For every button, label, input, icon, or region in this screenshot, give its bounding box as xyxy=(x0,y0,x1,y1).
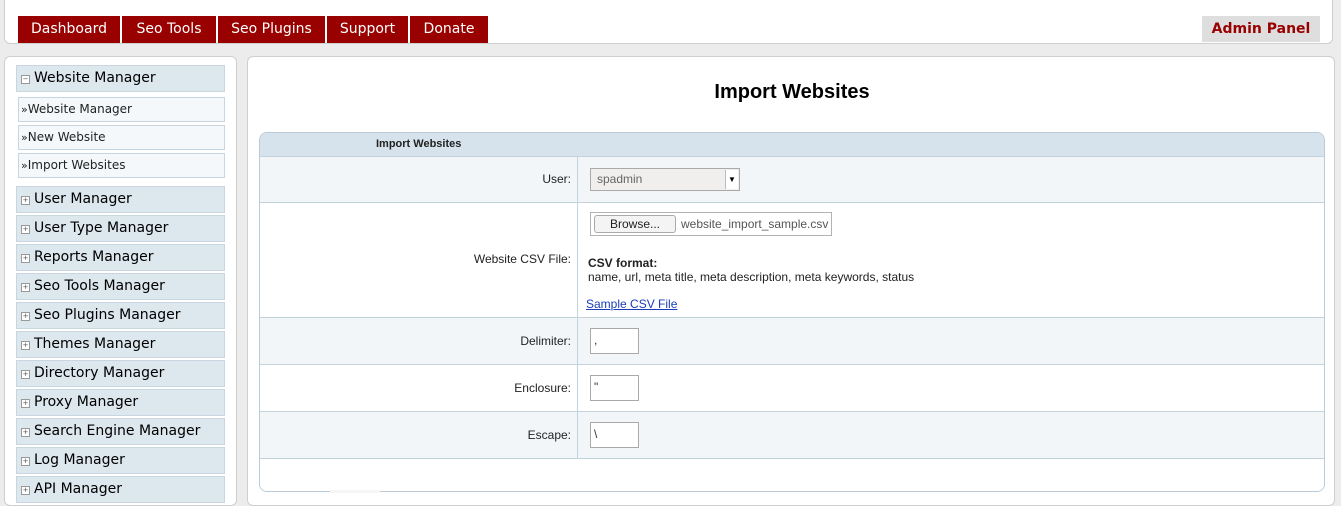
sidebar-item-import-websites[interactable]: »Import Websites xyxy=(18,153,225,178)
main-nav: Dashboard Seo Tools Seo Plugins Support … xyxy=(18,16,490,43)
sidebar-item-label: New Website xyxy=(27,130,106,144)
delimiter-label: Delimiter: xyxy=(260,318,578,364)
page-title: Import Websites xyxy=(714,81,870,103)
dropdown-arrow-icon: ▼ xyxy=(725,170,738,189)
sidebar-item-new-website[interactable]: »New Website xyxy=(18,125,225,150)
sidebar-section-label: User Manager xyxy=(34,191,132,207)
double-chevron-icon: » xyxy=(21,131,28,144)
sidebar-directory-manager[interactable]: + Directory Manager xyxy=(16,360,225,387)
sidebar-section-label: Log Manager xyxy=(34,452,125,468)
delimiter-input[interactable]: , xyxy=(590,328,639,354)
form-header-title: Import Websites xyxy=(376,138,462,150)
sidebar-search-engine-manager[interactable]: + Search Engine Manager xyxy=(16,418,225,445)
sidebar-section-label: Seo Tools Manager xyxy=(34,278,165,294)
sidebar-api-manager[interactable]: + API Manager xyxy=(16,476,225,503)
nav-donate[interactable]: Donate xyxy=(410,16,488,43)
csv-format-info: CSV format: name, url, meta title, meta … xyxy=(588,256,914,284)
csv-file-input[interactable]: Browse... website_import_sample.csv xyxy=(590,212,832,236)
top-bar: Dashboard Seo Tools Seo Plugins Support … xyxy=(4,0,1333,44)
enclosure-row: Enclosure: " xyxy=(260,364,1324,411)
expand-icon: + xyxy=(21,225,30,234)
form-footer-row xyxy=(260,458,1324,491)
admin-panel-link[interactable]: Admin Panel xyxy=(1202,16,1320,42)
sidebar-section-label: User Type Manager xyxy=(34,220,169,236)
sidebar-section-label: Directory Manager xyxy=(34,365,165,381)
double-chevron-icon: » xyxy=(21,103,28,116)
expand-icon: + xyxy=(21,370,30,379)
expand-icon: + xyxy=(21,457,30,466)
sidebar-website-manager[interactable]: − Website Manager xyxy=(16,65,225,92)
expand-icon: + xyxy=(21,486,30,495)
csv-format-fields: name, url, meta title, meta description,… xyxy=(588,270,915,284)
sidebar-seo-plugins-manager[interactable]: + Seo Plugins Manager xyxy=(16,302,225,329)
expand-icon: + xyxy=(21,312,30,321)
csv-file-row: Website CSV File: Browse... website_impo… xyxy=(260,202,1324,317)
sidebar-seo-tools-manager[interactable]: + Seo Tools Manager xyxy=(16,273,225,300)
scroll-stub xyxy=(330,490,380,493)
expand-icon: + xyxy=(21,196,30,205)
sidebar-section-label: Themes Manager xyxy=(34,336,156,352)
expand-icon: + xyxy=(21,341,30,350)
enclosure-input[interactable]: " xyxy=(590,375,639,401)
user-select[interactable]: spadmin ▼ xyxy=(590,168,740,191)
sidebar-reports-manager[interactable]: + Reports Manager xyxy=(16,244,225,271)
csv-format-title: CSV format: xyxy=(588,256,658,270)
double-chevron-icon: » xyxy=(21,159,28,172)
sidebar-user-type-manager[interactable]: + User Type Manager xyxy=(16,215,225,242)
main-panel: Import Websites Import Websites User: sp… xyxy=(247,56,1335,506)
enclosure-label: Enclosure: xyxy=(260,365,578,411)
delimiter-row: Delimiter: , xyxy=(260,317,1324,364)
sidebar-section-label: Website Manager xyxy=(34,70,156,86)
sidebar-item-website-manager[interactable]: »Website Manager xyxy=(18,97,225,122)
import-form: Import Websites User: spadmin ▼ Website … xyxy=(259,132,1325,492)
sidebar-section-label: Seo Plugins Manager xyxy=(34,307,181,323)
user-select-value: spadmin xyxy=(597,172,643,186)
collapse-icon: − xyxy=(21,75,30,84)
sidebar-themes-manager[interactable]: + Themes Manager xyxy=(16,331,225,358)
csv-file-label: Website CSV File: xyxy=(260,203,578,317)
user-row: User: spadmin ▼ xyxy=(260,156,1324,202)
sidebar-log-manager[interactable]: + Log Manager xyxy=(16,447,225,474)
sidebar-section-label: Reports Manager xyxy=(34,249,154,265)
sidebar-user-manager[interactable]: + User Manager xyxy=(16,186,225,213)
sample-csv-link[interactable]: Sample CSV File xyxy=(586,297,677,311)
expand-icon: + xyxy=(21,399,30,408)
escape-input[interactable]: \ xyxy=(590,422,639,448)
expand-icon: + xyxy=(21,254,30,263)
sidebar-item-label: Import Websites xyxy=(27,158,126,172)
expand-icon: + xyxy=(21,428,30,437)
sidebar: − Website Manager »Website Manager »New W… xyxy=(4,56,237,506)
expand-icon: + xyxy=(21,283,30,292)
selected-file-name: website_import_sample.csv xyxy=(681,217,829,231)
nav-support[interactable]: Support xyxy=(327,16,408,43)
form-header: Import Websites xyxy=(260,133,1324,156)
browse-button[interactable]: Browse... xyxy=(594,215,676,233)
user-label: User: xyxy=(260,157,578,202)
sidebar-item-label: Website Manager xyxy=(27,102,132,116)
sidebar-section-label: Proxy Manager xyxy=(34,394,139,410)
nav-seo-tools[interactable]: Seo Tools xyxy=(122,16,216,43)
nav-seo-plugins[interactable]: Seo Plugins xyxy=(218,16,325,43)
escape-row: Escape: \ xyxy=(260,411,1324,458)
sidebar-section-label: Search Engine Manager xyxy=(34,423,201,439)
nav-dashboard[interactable]: Dashboard xyxy=(18,16,120,43)
sidebar-proxy-manager[interactable]: + Proxy Manager xyxy=(16,389,225,416)
escape-label: Escape: xyxy=(260,412,578,458)
